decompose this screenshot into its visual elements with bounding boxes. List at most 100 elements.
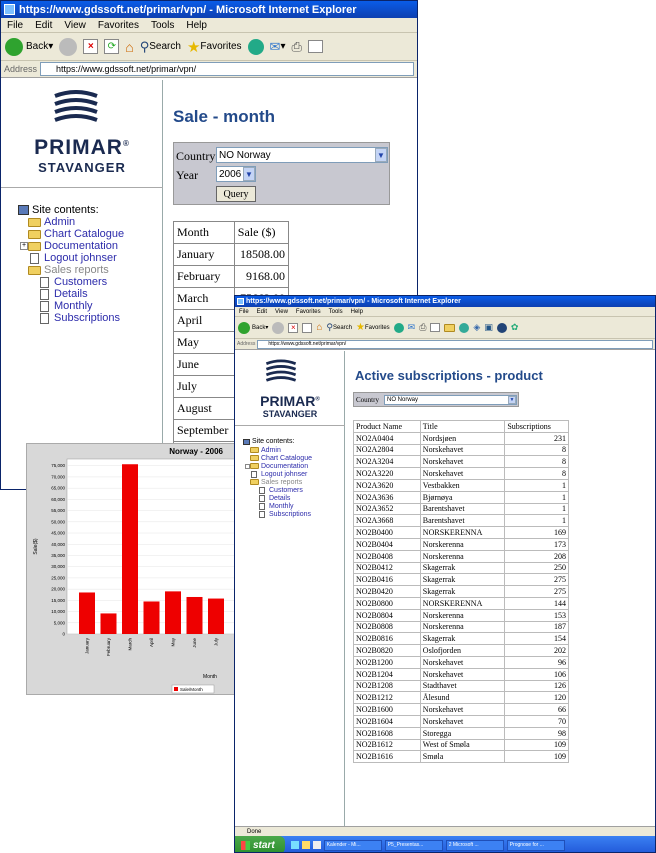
product-name-cell: NO2A0404	[353, 431, 421, 445]
sidebar-item-monthly[interactable]: Monthly	[40, 300, 124, 312]
menu-favorites[interactable]: Favorites	[292, 309, 325, 315]
sidebar-item-sales-reports[interactable]: Sales reports	[250, 478, 312, 486]
window-title-bar[interactable]: https://www.gdssoft.net/primar/vpn/ - Mi…	[235, 296, 655, 307]
sidebar-item-details[interactable]: Details	[40, 288, 124, 300]
table-row: NO2B1612 West of Smøla 109	[353, 738, 569, 752]
messenger-button[interactable]	[459, 322, 470, 333]
menu-file[interactable]: File	[1, 20, 29, 31]
taskbar-item-kalender[interactable]: Kalender - Mi...	[323, 839, 382, 851]
subscriptions-cell: 96	[504, 655, 569, 669]
search-button[interactable]: ⚲ Search	[326, 322, 352, 333]
product-name-cell: NO2B0820	[353, 644, 421, 657]
folder-icon	[250, 455, 259, 461]
print-button[interactable]: ⎙	[419, 322, 426, 333]
edit-button[interactable]	[430, 323, 441, 332]
search-button[interactable]: ⚲ Search	[140, 39, 181, 55]
history-button[interactable]	[247, 38, 264, 55]
y-tick-label: 55,000	[51, 508, 65, 513]
stop-button[interactable]: ×	[83, 39, 99, 54]
forward-button[interactable]	[272, 321, 285, 334]
sidebar-item-monthly[interactable]: Monthly	[259, 502, 312, 510]
mail-button[interactable]: ✉	[408, 322, 416, 333]
sidebar-item-details[interactable]: Details	[259, 494, 312, 502]
sidebar-item-logout[interactable]: Logout johnser	[250, 470, 312, 478]
table-row: NO2A3220 Norskehavet 8	[353, 467, 569, 480]
taskbar-item-prognose[interactable]: Prognose for ...	[506, 839, 565, 851]
title-cell: Vestbakken	[419, 478, 506, 492]
folder-button[interactable]	[444, 323, 456, 332]
window-title-bar[interactable]: https://www.gdssoft.net/primar/vpn/ - Mi…	[1, 1, 417, 18]
research-button[interactable]: ◈	[473, 322, 480, 333]
toolbar: Back ▾ × ⌂ ⚲ Search ★ Favorites ✉ ⎙ ◈ ▣ ✿	[235, 317, 655, 339]
menu-help[interactable]: Help	[180, 20, 213, 31]
country-select[interactable]: NO Norway ▼	[216, 147, 388, 163]
start-button[interactable]: start	[235, 836, 285, 852]
table-row: NO2B1600 Norskehavet 66	[353, 703, 569, 716]
sidebar-item-admin[interactable]: Admin	[28, 216, 124, 228]
home-button[interactable]: ⌂	[125, 39, 133, 55]
menu-bar: File Edit View Favorites Tools Help	[1, 18, 417, 33]
sidebar-item-documentation[interactable]: + Documentation	[20, 240, 124, 252]
quicklaunch-desktop-icon[interactable]	[301, 841, 310, 849]
mail-button[interactable]: ✉ ▾	[270, 39, 286, 55]
sidebar-item-documentation[interactable]: Documentation	[245, 462, 312, 470]
extra-button[interactable]: ✿	[511, 322, 519, 333]
address-input[interactable]: https://www.gdssoft.net/primar/vpn/	[40, 62, 414, 76]
country-label: Country	[356, 396, 379, 404]
table-row: NO2A3668 Barentshavet 1	[353, 514, 569, 528]
sidebar-item-sales-reports[interactable]: Sales reports	[28, 264, 124, 276]
sidebar-item-chart-catalogue[interactable]: Chart Catalogue	[28, 228, 124, 240]
table-row: NO2B0408 Norskerenna 208	[353, 549, 569, 563]
favorites-button[interactable]: ★ Favorites	[187, 38, 242, 56]
menu-help[interactable]: Help	[347, 309, 367, 315]
table-row: January 18508.00	[173, 243, 290, 266]
menu-edit[interactable]: Edit	[253, 309, 271, 315]
country-label: Country	[176, 149, 216, 163]
menu-tools[interactable]: Tools	[325, 309, 347, 315]
taskbar-item-presentation[interactable]: P5_Presentas...	[384, 839, 443, 851]
folder-open-icon	[28, 265, 41, 275]
product-name-cell: NO2A3668	[353, 514, 421, 528]
menu-view[interactable]: View	[58, 20, 92, 31]
info-button[interactable]	[496, 322, 507, 333]
query-button[interactable]: Query	[216, 186, 256, 202]
sidebar-item-admin[interactable]: Admin	[250, 446, 312, 454]
sidebar-item-customers[interactable]: Customers	[40, 276, 124, 288]
year-select[interactable]: 2006 ▼	[216, 166, 256, 182]
product-name-cell: NO2B1604	[353, 714, 421, 728]
page-title: Sale - month	[173, 107, 276, 126]
address-input[interactable]: https://www.gdssoft.net/primar/vpn/	[257, 339, 653, 349]
sales-bar-chart: Norway - 2006 0 5,000 10,000 15,000 20,000 25,…	[33, 447, 237, 694]
expand-plus-icon[interactable]: +	[20, 242, 28, 250]
back-button[interactable]: Back ▾	[5, 37, 53, 56]
tools-button[interactable]: ▣	[484, 322, 493, 333]
sidebar-item-customers[interactable]: Customers	[259, 486, 312, 494]
bar	[143, 601, 160, 634]
refresh-button[interactable]: ⟳	[104, 39, 120, 54]
chevron-down-icon: ▼	[508, 396, 516, 404]
menu-view[interactable]: View	[271, 309, 292, 315]
subscriptions-cell: 1	[504, 478, 569, 492]
logo: PRIMAR® STAVANGER	[235, 351, 345, 426]
home-button[interactable]: ⌂	[316, 322, 322, 333]
edit-button[interactable]	[307, 40, 323, 53]
quicklaunch-media-icon[interactable]	[312, 841, 321, 849]
taskbar-item-microsoft[interactable]: 2 Microsoft ...	[445, 839, 504, 851]
forward-button[interactable]	[59, 37, 78, 56]
stop-button[interactable]: ×	[288, 322, 299, 333]
menu-edit[interactable]: Edit	[29, 20, 58, 31]
sidebar-item-subscriptions[interactable]: Subscriptions	[259, 510, 312, 518]
history-button[interactable]	[393, 322, 404, 333]
quicklaunch-ie-icon[interactable]	[290, 841, 299, 849]
back-button[interactable]: Back ▾	[238, 321, 268, 334]
menu-file[interactable]: File	[235, 309, 253, 315]
sidebar-item-chart-catalogue[interactable]: Chart Catalogue	[250, 454, 312, 462]
favorites-button[interactable]: ★ Favorites	[356, 322, 390, 333]
refresh-button[interactable]	[302, 322, 313, 333]
sidebar-item-subscriptions[interactable]: Subscriptions	[40, 312, 124, 324]
print-button[interactable]: ⎙	[291, 39, 301, 55]
sidebar-item-logout[interactable]: Logout johnser	[28, 252, 124, 264]
menu-favorites[interactable]: Favorites	[92, 20, 145, 31]
menu-tools[interactable]: Tools	[145, 20, 180, 31]
country-select[interactable]: NO Norway ▼	[384, 395, 517, 405]
